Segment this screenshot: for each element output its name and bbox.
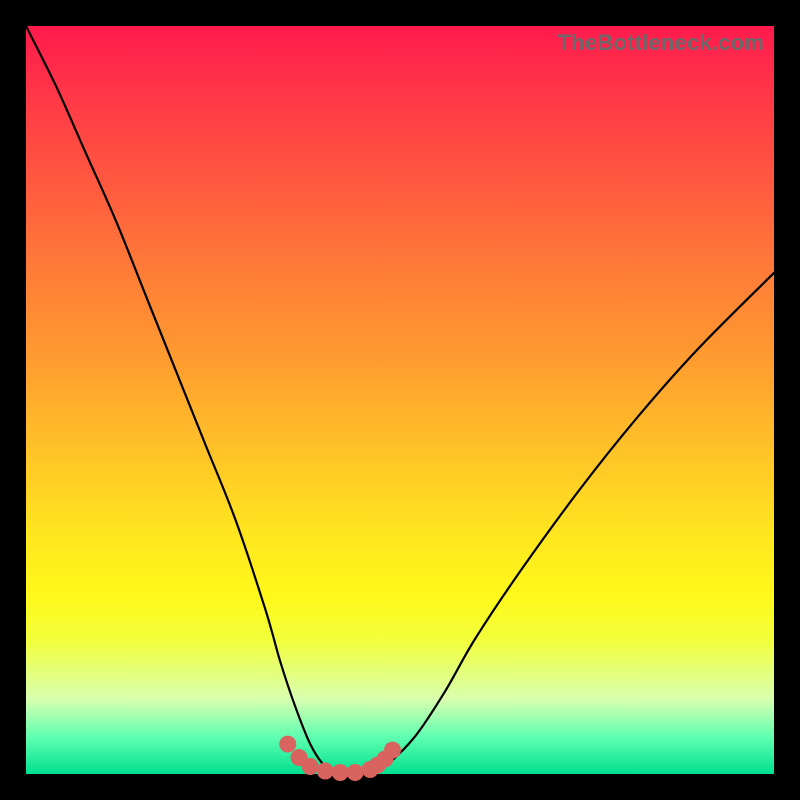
- curve-line: [26, 26, 774, 775]
- chart-svg: [26, 26, 774, 774]
- highlight-dots: [279, 736, 401, 781]
- chart-frame: TheBottleneck.com: [0, 0, 800, 800]
- plot-area: TheBottleneck.com: [26, 26, 774, 774]
